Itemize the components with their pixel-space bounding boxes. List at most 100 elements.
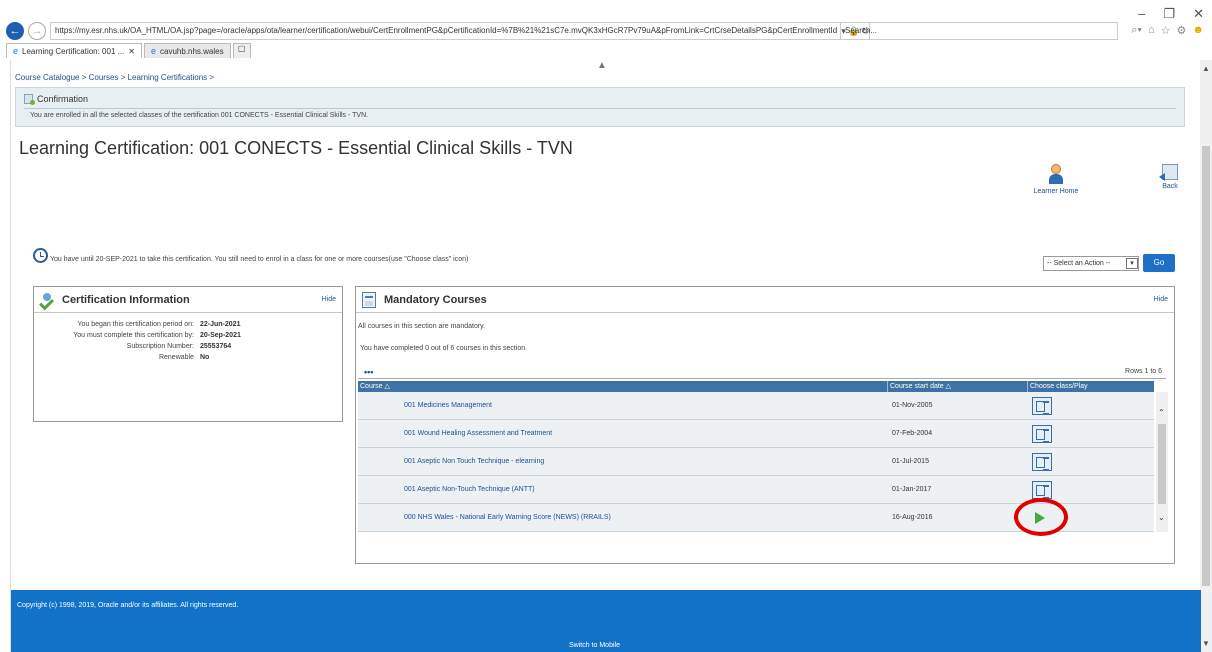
browser-toolbar-icons: ⌕▾ ⌂ ☆ ⚙ ☻ bbox=[1131, 24, 1204, 37]
url-text: https://my.esr.nhs.uk/OA_HTML/OA.jsp?pag… bbox=[55, 26, 838, 35]
ie-icon: e bbox=[13, 45, 19, 56]
cert-info-value: 25553764 bbox=[200, 343, 232, 350]
table-row: 001 Medicines Management 01-Nov-2005 bbox=[358, 392, 1154, 420]
cert-info-value: 22-Jun-2021 bbox=[200, 321, 241, 328]
choose-class-icon[interactable] bbox=[1032, 396, 1052, 415]
address-bar[interactable]: https://my.esr.nhs.uk/OA_HTML/OA.jsp?pag… bbox=[50, 22, 870, 40]
cert-info-list: You began this certification period on: … bbox=[34, 319, 342, 363]
calendar-icon bbox=[362, 291, 376, 308]
confirmation-box: Confirmation You are enrolled in all the… bbox=[15, 87, 1185, 127]
certification-info-panel: Certification Information Hide You began… bbox=[33, 286, 343, 422]
table-row: 001 Wound Healing Assessment and Treatme… bbox=[358, 420, 1154, 448]
choose-class-icon[interactable] bbox=[1032, 452, 1052, 471]
cert-hide-link[interactable]: Hide bbox=[322, 296, 342, 303]
back-arrow-icon[interactable]: ← bbox=[6, 22, 24, 40]
scroll-down-icon[interactable]: ▼ bbox=[1202, 639, 1210, 648]
page-scrollbar[interactable]: ▲ ▼ bbox=[1200, 60, 1212, 652]
mandatory-panel-header: Mandatory Courses Hide bbox=[356, 287, 1174, 313]
breadcrumb: Course Catalogue > Courses > Learning Ce… bbox=[15, 73, 214, 82]
course-start-date: 01-Jan-2017 bbox=[892, 486, 932, 493]
course-start-date: 01-Jul-2015 bbox=[892, 458, 929, 465]
collapse-header-icon[interactable]: ▲ bbox=[597, 60, 607, 71]
table-toolbar: ••• Rows 1 to 6 bbox=[358, 365, 1166, 379]
column-label: Course bbox=[360, 383, 383, 390]
smiley-icon[interactable]: ☻ bbox=[1192, 24, 1204, 37]
breadcrumb-separator: > bbox=[209, 73, 215, 82]
learner-avatar-icon bbox=[1049, 164, 1063, 184]
certification-icon bbox=[40, 292, 54, 307]
table-header: Course △ Course start date △ Choose clas… bbox=[358, 381, 1154, 392]
table-scroll-thumb[interactable] bbox=[1158, 424, 1166, 504]
sort-icon: △ bbox=[384, 383, 390, 390]
window-controls: – ❐ ✕ bbox=[1138, 6, 1204, 22]
scroll-up-icon[interactable]: ▲ bbox=[1202, 64, 1210, 73]
action-select[interactable]: -- Select an Action -- ▾ bbox=[1043, 256, 1139, 271]
courses-table-body: 001 Medicines Management 01-Nov-2005 001… bbox=[358, 392, 1154, 536]
mandatory-hide-link[interactable]: Hide bbox=[1154, 296, 1174, 303]
course-link[interactable]: 001 Aseptic Non-Touch Technique (ANTT) bbox=[358, 486, 888, 493]
tab-row: e Learning Certification: 001 ... ✕ e ca… bbox=[6, 43, 251, 58]
go-button[interactable]: Go bbox=[1143, 254, 1175, 272]
tab-cavuhb[interactable]: e cavuhb.nhs.wales bbox=[144, 43, 231, 58]
confirmation-title: Confirmation bbox=[37, 94, 89, 104]
play-button[interactable] bbox=[1014, 497, 1068, 536]
column-header-course[interactable]: Course △ bbox=[358, 381, 888, 392]
deadline-notice: You have until 20-SEP-2021 to take this … bbox=[33, 248, 468, 263]
confirmation-divider bbox=[24, 108, 1176, 109]
forward-arrow-icon[interactable]: → bbox=[28, 22, 46, 40]
tab-label: Learning Certification: 001 ... bbox=[22, 46, 125, 56]
tab-close-icon[interactable]: ✕ bbox=[128, 45, 135, 58]
new-tab-button[interactable]: ▢ bbox=[232, 43, 251, 58]
column-header-start-date[interactable]: Course start date △ bbox=[888, 381, 1028, 392]
course-link[interactable]: 001 Wound Healing Assessment and Treatme… bbox=[358, 430, 888, 437]
choose-class-icon[interactable] bbox=[1032, 424, 1052, 443]
more-options-icon[interactable]: ••• bbox=[364, 367, 373, 377]
page-content: ▲ Course Catalogue > Courses > Learning … bbox=[10, 60, 1201, 652]
back-link[interactable]: Back bbox=[1155, 164, 1185, 190]
scrollbar-thumb[interactable] bbox=[1202, 146, 1210, 586]
column-label: Course start date bbox=[890, 383, 944, 390]
page-footer: Copyright (c) 1998, 2019, Oracle and/or … bbox=[11, 590, 1201, 652]
maximize-button[interactable]: ❐ bbox=[1163, 6, 1175, 22]
confirmation-message: You are enrolled in all the selected cla… bbox=[30, 112, 369, 119]
choose-class-cell bbox=[1028, 424, 1154, 443]
choose-class-icon[interactable] bbox=[1032, 480, 1052, 499]
scroll-down-icon[interactable]: ⌄ bbox=[1158, 513, 1165, 522]
chevron-down-icon[interactable]: ▾ bbox=[1126, 258, 1138, 269]
table-scrollbar[interactable]: ⌃ ⌄ bbox=[1156, 392, 1168, 532]
home-icon[interactable]: ⌂ bbox=[1148, 24, 1155, 37]
cert-info-row: You must complete this certification by:… bbox=[34, 330, 342, 341]
breadcrumb-separator: > bbox=[120, 73, 126, 82]
search-placeholder: Search... bbox=[845, 26, 878, 35]
breadcrumb-learning-certifications[interactable]: Learning Certifications bbox=[128, 73, 208, 82]
scroll-up-icon[interactable]: ⌃ bbox=[1158, 408, 1165, 417]
breadcrumb-course-catalogue[interactable]: Course Catalogue bbox=[15, 73, 79, 82]
search-icon[interactable]: ⌕▾ bbox=[1131, 24, 1142, 37]
choose-class-cell bbox=[1028, 396, 1154, 415]
mandatory-panel-title: Mandatory Courses bbox=[384, 293, 487, 306]
settings-gear-icon[interactable]: ⚙ bbox=[1177, 24, 1187, 37]
browser-chrome: – ❐ ✕ ← → https://my.esr.nhs.uk/OA_HTML/… bbox=[0, 0, 1212, 60]
table-row: 001 Aseptic Non Touch Technique - elearn… bbox=[358, 448, 1154, 476]
course-link[interactable]: 000 NHS Wales - National Early Warning S… bbox=[358, 514, 888, 521]
cert-panel-header: Certification Information Hide bbox=[34, 287, 342, 313]
play-icon bbox=[1035, 511, 1045, 524]
tab-learning-certification[interactable]: e Learning Certification: 001 ... ✕ bbox=[6, 43, 142, 58]
close-button[interactable]: ✕ bbox=[1193, 6, 1204, 22]
favorites-star-icon[interactable]: ☆ bbox=[1161, 24, 1171, 37]
switch-to-mobile-link[interactable]: Switch to Mobile bbox=[569, 642, 620, 649]
choose-class-cell bbox=[1028, 452, 1154, 471]
cert-info-row: Renewable No bbox=[34, 352, 342, 363]
learner-home-link[interactable]: Learner Home bbox=[1021, 164, 1091, 195]
cert-info-value: 20-Sep-2021 bbox=[200, 332, 241, 339]
course-link[interactable]: 001 Aseptic Non Touch Technique - elearn… bbox=[358, 458, 888, 465]
cert-info-label: Subscription Number: bbox=[126, 343, 194, 350]
course-link[interactable]: 001 Medicines Management bbox=[358, 402, 888, 409]
completion-note: You have completed 0 out of 6 courses in… bbox=[360, 345, 528, 352]
tab-label: cavuhb.nhs.wales bbox=[160, 46, 224, 56]
cert-info-row: You began this certification period on: … bbox=[34, 319, 342, 330]
browser-search-input[interactable]: Search... bbox=[840, 22, 1118, 40]
breadcrumb-courses[interactable]: Courses bbox=[89, 73, 119, 82]
cert-info-row: Subscription Number: 25553764 bbox=[34, 341, 342, 352]
minimize-button[interactable]: – bbox=[1138, 6, 1145, 22]
